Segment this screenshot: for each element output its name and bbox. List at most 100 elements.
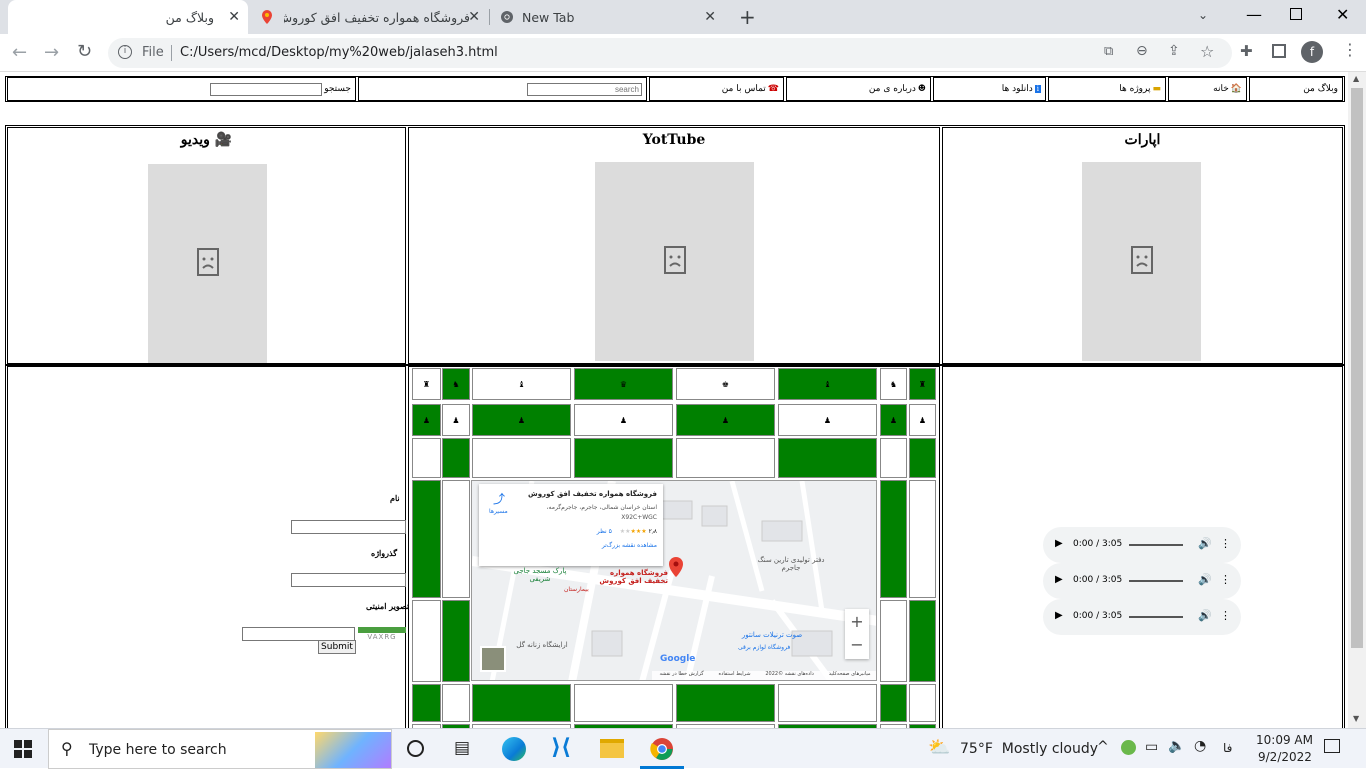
- notification-icon[interactable]: [1324, 739, 1340, 753]
- bookmark-star-icon[interactable]: ☆: [1200, 42, 1214, 61]
- tab-store-map[interactable]: فروشگاه همواره تخفیف افق کوروش ✕: [250, 0, 488, 34]
- video-player[interactable]: [148, 164, 267, 363]
- close-tab-icon[interactable]: ✕: [228, 9, 240, 25]
- tray-chevron-icon[interactable]: ^: [1097, 739, 1109, 755]
- task-view-icon[interactable]: ▤: [454, 738, 470, 758]
- map-satellite-thumb[interactable]: [480, 646, 506, 672]
- url-text[interactable]: C:/Users/mcd/Desktop/my%20web/jalaseh3.h…: [180, 45, 498, 60]
- audio-seek-bar[interactable]: [1129, 580, 1183, 582]
- address-bar[interactable]: i File C:/Users/mcd/Desktop/my%20web/jal…: [108, 38, 1232, 68]
- audio-player[interactable]: ▶ 0:00 / 3:05 🔊 ⋮: [1043, 563, 1241, 599]
- captcha-input[interactable]: [242, 627, 355, 641]
- form-cell: [7, 366, 406, 728]
- scroll-thumb[interactable]: [1351, 88, 1363, 648]
- chess-square: ♟: [676, 404, 775, 436]
- clock-date[interactable]: 9/2/2022: [1258, 750, 1312, 764]
- zoom-out-icon[interactable]: −: [845, 634, 869, 659]
- tab-search-chevron-icon[interactable]: ⌄: [1198, 8, 1208, 22]
- nav-item-projects[interactable]: پروژه ها ▬: [1048, 77, 1166, 101]
- windows-start-icon[interactable]: [14, 740, 32, 762]
- chess-square: [909, 684, 936, 722]
- tray-app-icon[interactable]: [1121, 740, 1136, 755]
- volume-icon[interactable]: 🔊: [1198, 573, 1212, 586]
- nav-label: پروژه ها: [1119, 84, 1151, 94]
- extensions-icon[interactable]: ✚: [1240, 42, 1253, 60]
- back-icon[interactable]: ←: [12, 42, 27, 63]
- map-review-count[interactable]: ۵ نظر: [597, 528, 612, 535]
- new-tab-icon[interactable]: +: [739, 5, 756, 29]
- share-icon[interactable]: ⇪: [1168, 43, 1180, 59]
- aparat-embed[interactable]: [1082, 162, 1201, 361]
- audio-player[interactable]: ▶ 0:00 / 3:05 🔊 ⋮: [1043, 527, 1241, 563]
- clock-time[interactable]: 10:09 AM: [1256, 733, 1313, 747]
- side-panel-icon[interactable]: [1272, 44, 1286, 58]
- forward-icon[interactable]: →: [44, 42, 59, 63]
- cortana-icon[interactable]: [407, 740, 424, 757]
- audio-player[interactable]: ▶ 0:00 / 3:05 🔊 ⋮: [1043, 599, 1241, 635]
- search-field[interactable]: [210, 82, 323, 96]
- play-icon[interactable]: ▶: [1055, 574, 1063, 585]
- audio-menu-icon[interactable]: ⋮: [1220, 609, 1231, 622]
- password-input[interactable]: [291, 573, 406, 587]
- play-icon[interactable]: ▶: [1055, 610, 1063, 621]
- audio-menu-icon[interactable]: ⋮: [1220, 537, 1231, 550]
- name-input[interactable]: [291, 520, 406, 534]
- volume-tray-icon[interactable]: 🔈: [1168, 738, 1185, 754]
- nav-item-home[interactable]: خانه 🏠: [1168, 77, 1247, 101]
- map-footer: میانبرهای صفحه‌کلید داده‌های نقشه ©2022 …: [652, 671, 876, 680]
- map-footer-terms[interactable]: شرایط استفاده: [719, 671, 751, 680]
- chess-square: [442, 600, 470, 682]
- chess-square: [676, 438, 775, 478]
- map-footer-shortcuts[interactable]: میانبرهای صفحه‌کلید: [829, 671, 871, 680]
- chrome-taskbar-icon[interactable]: [650, 737, 674, 765]
- tab-weblog[interactable]: وبلاگ من ✕: [8, 0, 248, 34]
- tab-new-tab[interactable]: New Tab ✕: [490, 0, 724, 34]
- reload-icon[interactable]: ↻: [77, 41, 92, 62]
- vertical-scrollbar[interactable]: ▲ ▼: [1348, 72, 1366, 728]
- form-captcha-label: تصویر امنیتی: [366, 601, 410, 611]
- taskbar-search-box[interactable]: ⚲ Type here to search: [48, 729, 392, 769]
- close-window-icon[interactable]: ✕: [1336, 5, 1349, 24]
- volume-icon[interactable]: 🔊: [1198, 609, 1212, 622]
- nav-search-label-cell: جستجو: [7, 77, 356, 101]
- map-embed[interactable]: فروشگاه همواره تخفیف افق کوروش استان خرا…: [471, 480, 877, 681]
- edge-icon[interactable]: [502, 737, 526, 761]
- audio-menu-icon[interactable]: ⋮: [1220, 573, 1231, 586]
- nav-search-input[interactable]: [527, 82, 642, 96]
- scroll-up-icon[interactable]: ▲: [1353, 74, 1359, 83]
- weather-text[interactable]: 75°F Mostly cloudy: [960, 741, 1098, 757]
- profile-avatar[interactable]: f: [1301, 41, 1323, 63]
- youtube-embed[interactable]: [595, 162, 754, 361]
- nav-item-downloads[interactable]: دانلود ها i: [933, 77, 1046, 101]
- close-tab-icon[interactable]: ✕: [468, 9, 480, 25]
- map-larger-link[interactable]: مشاهده نقشه بزرگ‌تر: [602, 542, 657, 549]
- vscode-icon[interactable]: ⟩⟨: [551, 735, 571, 760]
- google-logo: Google: [660, 654, 696, 664]
- map-footer-report[interactable]: گزارش خطا در نقشه: [659, 671, 703, 680]
- language-indicator[interactable]: فا: [1223, 741, 1232, 755]
- scroll-down-icon[interactable]: ▼: [1353, 714, 1359, 723]
- film-projector-icon: 🎥: [214, 132, 233, 148]
- restore-icon[interactable]: [1290, 8, 1302, 20]
- network-icon[interactable]: ◔: [1194, 738, 1206, 754]
- audio-seek-bar[interactable]: [1129, 544, 1183, 546]
- zoom-in-icon[interactable]: +: [845, 609, 869, 634]
- close-tab-icon[interactable]: ✕: [704, 9, 716, 25]
- nav-item-contact[interactable]: تماس با من ☎: [649, 77, 784, 101]
- directions-icon[interactable]: ⤴: [493, 490, 505, 507]
- minimize-icon[interactable]: —: [1246, 5, 1262, 24]
- menu-dots-icon[interactable]: ⋮: [1342, 40, 1358, 59]
- nav-item-about[interactable]: درباره ی من ☻: [786, 77, 931, 101]
- map-directions-label[interactable]: مسیرها: [489, 508, 508, 515]
- file-explorer-icon[interactable]: [600, 739, 624, 758]
- translate-icon[interactable]: ⧉: [1104, 44, 1113, 59]
- submit-button[interactable]: Submit: [318, 640, 356, 654]
- tab-title: وبلاگ من: [165, 10, 214, 25]
- battery-icon[interactable]: ▭: [1145, 739, 1158, 755]
- audio-seek-bar[interactable]: [1129, 616, 1183, 618]
- zoom-icon[interactable]: ⊖: [1136, 43, 1148, 59]
- play-icon[interactable]: ▶: [1055, 538, 1063, 549]
- nav-item-weblog[interactable]: وبلاگ من: [1249, 77, 1343, 101]
- volume-icon[interactable]: 🔊: [1198, 537, 1212, 550]
- chess-square: [909, 480, 936, 598]
